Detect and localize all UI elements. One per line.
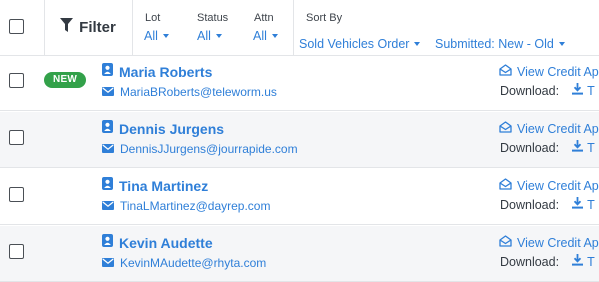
chevron-down-icon xyxy=(271,34,278,38)
customer-email-text: TinaLMartinez@dayrep.com xyxy=(120,199,271,213)
select-all-cell xyxy=(0,0,45,55)
download-link[interactable]: T xyxy=(572,83,595,98)
download-label: Download: xyxy=(500,83,560,98)
open-envelope-icon xyxy=(499,63,512,81)
customer-email[interactable]: TinaLMartinez@dayrep.com xyxy=(102,197,270,215)
download-icon xyxy=(572,197,584,212)
customer-email-text: DennisJJurgens@jourrapide.com xyxy=(120,142,298,156)
download-icon xyxy=(572,254,584,269)
open-envelope-icon xyxy=(499,120,512,138)
person-icon xyxy=(102,120,113,138)
person-icon xyxy=(102,63,113,81)
download-link-text: T xyxy=(587,254,595,269)
open-envelope-icon xyxy=(499,177,512,195)
download-group: Download: T xyxy=(500,140,595,155)
status-filter-title: Status xyxy=(197,12,229,24)
download-label: Download: xyxy=(500,140,560,155)
table-row: Dennis Jurgens DennisJJurgens@jourrapide… xyxy=(0,112,599,168)
person-icon xyxy=(102,177,113,195)
toolbar: Filter Lot All Status All Attn All Sort … xyxy=(0,0,599,56)
download-link[interactable]: T xyxy=(572,197,595,212)
view-credit-app-link[interactable]: View Credit Ap xyxy=(499,120,599,138)
filter-label: Filter xyxy=(79,19,116,36)
status-filter-dropdown[interactable]: All xyxy=(197,29,222,43)
person-icon xyxy=(102,234,113,252)
customer-name[interactable]: Kevin Audette xyxy=(102,234,213,252)
lot-filter: Lot All xyxy=(132,0,185,55)
status-filter: Status All xyxy=(185,0,241,55)
download-label: Download: xyxy=(500,197,560,212)
lot-filter-dropdown[interactable]: All xyxy=(144,29,169,43)
chevron-down-icon xyxy=(162,34,169,38)
customer-name[interactable]: Tina Martinez xyxy=(102,177,208,195)
select-all-checkbox[interactable] xyxy=(9,19,24,34)
envelope-icon xyxy=(102,83,114,101)
envelope-icon xyxy=(102,197,114,215)
table-row: Kevin Audette KevinMAudette@rhyta.com Vi… xyxy=(0,226,599,282)
table-row: NEW Maria Roberts MariaBRoberts@teleworm… xyxy=(0,55,599,111)
attn-filter-value: All xyxy=(253,29,267,43)
customer-email-text: KevinMAudette@rhyta.com xyxy=(120,256,267,270)
view-credit-app-link[interactable]: View Credit Ap xyxy=(499,63,599,81)
attn-filter-dropdown[interactable]: All xyxy=(253,29,278,43)
view-credit-app-text: View Credit Ap xyxy=(517,65,599,79)
sort-by: Sort By Sold Vehicles Order Submitted: N… xyxy=(294,0,599,55)
download-icon xyxy=(572,83,584,98)
envelope-icon xyxy=(102,140,114,158)
download-link-text: T xyxy=(587,83,595,98)
row-checkbox[interactable] xyxy=(9,244,24,259)
download-icon xyxy=(572,140,584,155)
view-credit-app-link[interactable]: View Credit Ap xyxy=(499,234,599,252)
customer-name-text: Maria Roberts xyxy=(119,64,213,80)
view-credit-app-link[interactable]: View Credit Ap xyxy=(499,177,599,195)
attn-filter-title: Attn xyxy=(254,12,274,24)
row-checkbox[interactable] xyxy=(9,73,24,88)
customer-name-text: Tina Martinez xyxy=(119,178,209,194)
download-label: Download: xyxy=(500,254,560,269)
download-link-text: T xyxy=(587,140,595,155)
customer-email-text: MariaBRoberts@teleworm.us xyxy=(120,85,277,99)
sort-order-dropdown[interactable]: Submitted: New - Old xyxy=(435,37,565,51)
row-checkbox[interactable] xyxy=(9,187,24,202)
download-group: Download: T xyxy=(500,197,595,212)
new-badge: NEW xyxy=(44,72,86,88)
sort-order-value: Submitted: New - Old xyxy=(435,37,554,51)
row-checkbox[interactable] xyxy=(9,130,24,145)
filter-icon xyxy=(60,18,74,37)
download-link[interactable]: T xyxy=(572,254,595,269)
sort-field-dropdown[interactable]: Sold Vehicles Order xyxy=(299,37,421,51)
view-credit-app-text: View Credit Ap xyxy=(517,122,599,136)
download-group: Download: T xyxy=(500,83,595,98)
status-filter-value: All xyxy=(197,29,211,43)
download-link[interactable]: T xyxy=(572,140,595,155)
customer-name[interactable]: Dennis Jurgens xyxy=(102,120,224,138)
customer-email[interactable]: MariaBRoberts@teleworm.us xyxy=(102,83,277,101)
chevron-down-icon xyxy=(215,34,222,38)
chevron-down-icon xyxy=(414,42,421,46)
download-group: Download: T xyxy=(500,254,595,269)
customer-name-text: Dennis Jurgens xyxy=(119,121,225,137)
filter-button[interactable]: Filter xyxy=(44,0,133,55)
download-link-text: T xyxy=(587,197,595,212)
sort-field-value: Sold Vehicles Order xyxy=(299,37,410,51)
open-envelope-icon xyxy=(499,234,512,252)
customer-email[interactable]: DennisJJurgens@jourrapide.com xyxy=(102,140,298,158)
attn-filter: Attn All xyxy=(241,0,293,55)
customer-name[interactable]: Maria Roberts xyxy=(102,63,212,81)
customer-email[interactable]: KevinMAudette@rhyta.com xyxy=(102,254,266,272)
lot-filter-title: Lot xyxy=(145,12,161,24)
view-credit-app-text: View Credit Ap xyxy=(517,236,599,250)
envelope-icon xyxy=(102,254,114,272)
table-row: Tina Martinez TinaLMartinez@dayrep.com V… xyxy=(0,169,599,225)
sort-by-title: Sort By xyxy=(306,12,343,24)
view-credit-app-text: View Credit Ap xyxy=(517,179,599,193)
chevron-down-icon xyxy=(558,42,565,46)
customer-name-text: Kevin Audette xyxy=(119,235,213,251)
lot-filter-value: All xyxy=(144,29,158,43)
